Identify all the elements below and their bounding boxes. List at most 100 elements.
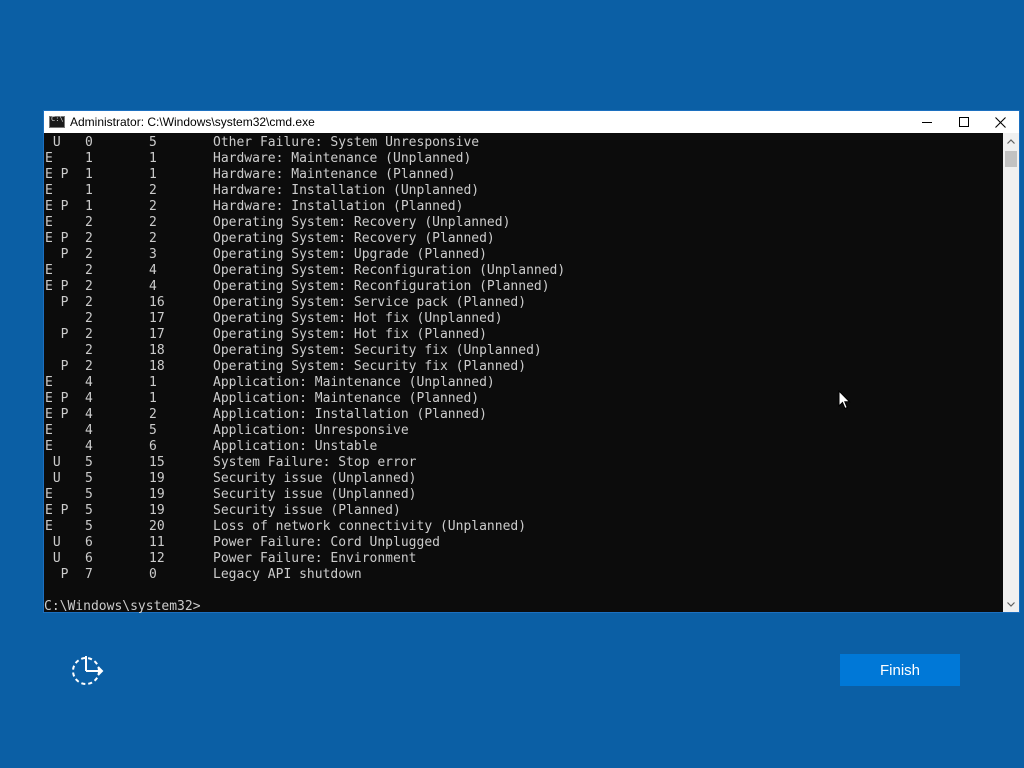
- close-button[interactable]: [982, 111, 1019, 133]
- console-line: U 0 5 Other Failure: System Unresponsive: [44, 135, 1004, 151]
- minor-reason-code: 16: [149, 295, 165, 310]
- minor-reason-code: 1: [149, 375, 157, 390]
- major-reason-code: 5: [85, 503, 93, 518]
- scroll-down-button[interactable]: [1003, 596, 1019, 612]
- reason-title: Legacy API shutdown: [213, 567, 362, 582]
- minor-reason-code: 3: [149, 247, 157, 262]
- reason-title: Operating System: Recovery (Planned): [213, 231, 495, 246]
- finish-button[interactable]: Finish: [840, 654, 960, 686]
- reason-title: Operating System: Hot fix (Planned): [213, 327, 487, 342]
- event-flags: U: [45, 535, 61, 550]
- console-line: E P 1 2 Hardware: Installation (Planned): [44, 199, 1004, 215]
- event-flags: U: [45, 551, 61, 566]
- cmd-app-icon[interactable]: [49, 115, 65, 128]
- reason-title: Application: Maintenance (Planned): [213, 391, 480, 406]
- console-output[interactable]: U 0 5 Other Failure: System Unresponsive E 1 1…: [44, 133, 1004, 614]
- minimize-button[interactable]: [908, 111, 945, 133]
- event-flags: E: [45, 519, 53, 534]
- reason-title: Security issue (Unplanned): [213, 471, 417, 486]
- reason-title: System Failure: Stop error: [213, 455, 417, 470]
- reason-title: Power Failure: Environment: [213, 551, 417, 566]
- chevron-up-icon: [1007, 138, 1015, 144]
- console-line: P 7 0 Legacy API shutdown: [44, 567, 1004, 583]
- reason-title: Other Failure: System Unresponsive: [213, 135, 480, 150]
- event-flags: E P: [45, 503, 69, 518]
- command-prompt[interactable]: C:\Windows\system32>: [44, 599, 1004, 614]
- reason-title: Operating System: Reconfiguration (Unpla…: [213, 263, 566, 278]
- major-reason-code: 4: [85, 407, 93, 422]
- window-controls: [908, 111, 1019, 133]
- minor-reason-code: 4: [149, 279, 157, 294]
- event-flags: E: [45, 215, 53, 230]
- console-line: P 2 16 Operating System: Service pack (Plan…: [44, 295, 1004, 311]
- console-line: E 2 2 Operating System: Recovery (Unplanned…: [44, 215, 1004, 231]
- console-line: E P 4 1 Application: Maintenance (Planned): [44, 391, 1004, 407]
- reason-title: Hardware: Maintenance (Planned): [213, 167, 456, 182]
- minor-reason-code: 19: [149, 487, 165, 502]
- console-line: U 6 12 Power Failure: Environment: [44, 551, 1004, 567]
- reason-title: Operating System: Recovery (Unplanned): [213, 215, 511, 230]
- major-reason-code: 2: [85, 279, 93, 294]
- event-flags: E: [45, 439, 53, 454]
- minor-reason-code: 2: [149, 183, 157, 198]
- console-line: E 1 2 Hardware: Installation (Unplanned): [44, 183, 1004, 199]
- accessibility-icon: [72, 656, 104, 685]
- event-flags: P: [45, 327, 69, 342]
- major-reason-code: 5: [85, 519, 93, 534]
- event-flags: P: [45, 567, 69, 582]
- major-reason-code: 2: [85, 295, 93, 310]
- minor-reason-code: 6: [149, 439, 157, 454]
- console-line: E 1 1 Hardware: Maintenance (Unplanned): [44, 151, 1004, 167]
- console-line: P 2 3 Operating System: Upgrade (Planned): [44, 247, 1004, 263]
- minor-reason-code: 17: [149, 311, 165, 326]
- minor-reason-code: 19: [149, 471, 165, 486]
- minor-reason-code: 15: [149, 455, 165, 470]
- mouse-pointer-icon: [838, 390, 851, 410]
- major-reason-code: 4: [85, 391, 93, 406]
- major-reason-code: 2: [85, 343, 93, 358]
- major-reason-code: 2: [85, 263, 93, 278]
- console-line: E P 2 2 Operating System: Recovery (Planned…: [44, 231, 1004, 247]
- major-reason-code: 4: [85, 375, 93, 390]
- chevron-down-icon: [1007, 601, 1015, 607]
- title-bar[interactable]: Administrator: C:\Windows\system32\cmd.e…: [44, 111, 1019, 133]
- reason-title: Security issue (Unplanned): [213, 487, 417, 502]
- minor-reason-code: 2: [149, 231, 157, 246]
- major-reason-code: 2: [85, 327, 93, 342]
- reason-title: Hardware: Installation (Planned): [213, 199, 464, 214]
- console-line: E 5 20 Loss of network connectivity (Unplan…: [44, 519, 1004, 535]
- window-title: Administrator: C:\Windows\system32\cmd.e…: [70, 115, 315, 129]
- event-flags: E P: [45, 167, 69, 182]
- major-reason-code: 1: [85, 199, 93, 214]
- event-flags: E P: [45, 407, 69, 422]
- console-line: E 4 1 Application: Maintenance (Unplanned): [44, 375, 1004, 391]
- maximize-button[interactable]: [945, 111, 982, 133]
- cmd-window[interactable]: Administrator: C:\Windows\system32\cmd.e…: [43, 110, 1020, 614]
- reason-title: Application: Installation (Planned): [213, 407, 487, 422]
- event-flags: E P: [45, 279, 69, 294]
- reason-title: Operating System: Security fix (Planned): [213, 359, 527, 374]
- scroll-up-button[interactable]: [1003, 133, 1019, 149]
- minor-reason-code: 5: [149, 135, 157, 150]
- minor-reason-code: 20: [149, 519, 165, 534]
- reason-title: Application: Unresponsive: [213, 423, 409, 438]
- major-reason-code: 2: [85, 231, 93, 246]
- console-line: E 2 4 Operating System: Reconfiguration (Un…: [44, 263, 1004, 279]
- minor-reason-code: 11: [149, 535, 165, 550]
- scroll-thumb[interactable]: [1005, 151, 1017, 167]
- console-line: E P 1 1 Hardware: Maintenance (Planned): [44, 167, 1004, 183]
- accessibility-button[interactable]: [68, 652, 106, 688]
- reason-title: Application: Maintenance (Unplanned): [213, 375, 495, 390]
- major-reason-code: 5: [85, 487, 93, 502]
- major-reason-code: 5: [85, 455, 93, 470]
- event-flags: E: [45, 423, 53, 438]
- minor-reason-code: 1: [149, 391, 157, 406]
- console-line: E P 2 4 Operating System: Reconfiguration (…: [44, 279, 1004, 295]
- reason-title: Operating System: Hot fix (Unplanned): [213, 311, 503, 326]
- major-reason-code: 1: [85, 167, 93, 182]
- console-line: E 5 19 Security issue (Unplanned): [44, 487, 1004, 503]
- event-flags: E: [45, 183, 53, 198]
- vertical-scrollbar[interactable]: [1003, 133, 1019, 612]
- reason-title: Hardware: Maintenance (Unplanned): [213, 151, 472, 166]
- reason-title: Security issue (Planned): [213, 503, 401, 518]
